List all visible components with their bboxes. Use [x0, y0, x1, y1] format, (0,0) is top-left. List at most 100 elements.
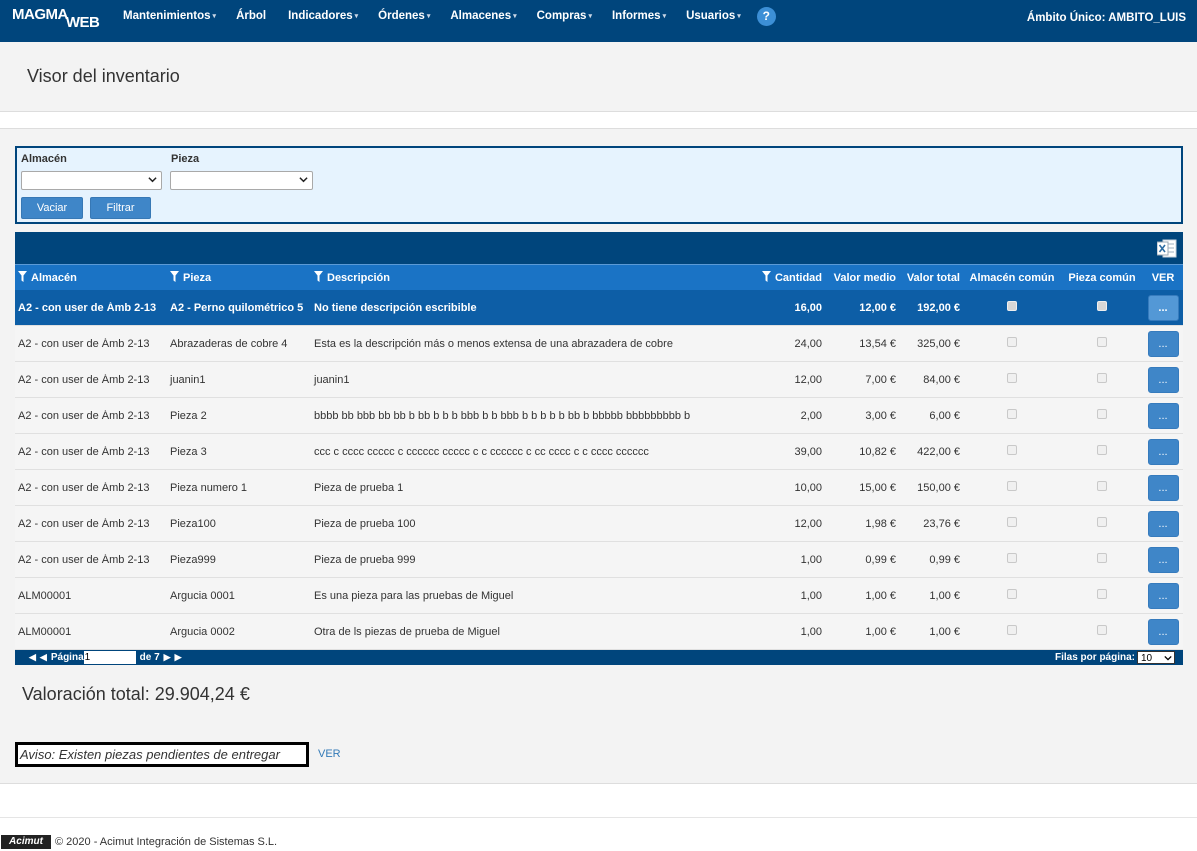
cell-cantidad: 12,00 [794, 373, 822, 386]
grid-pager: ◀︎ ◀ Página 1 de 7 ▶ ▶︎ Filas por página… [15, 650, 1183, 665]
header-ver: VER [1151, 271, 1175, 284]
table-row[interactable]: A2 - con user de Ámb 2-13 Pieza numero 1 P… [15, 470, 1183, 506]
table-row[interactable]: A2 - con user de Ámb 2-13 Abrazaderas de … [15, 326, 1183, 362]
menu-arbol[interactable]: Árbol [228, 10, 280, 22]
excel-export-icon[interactable] [1157, 239, 1177, 258]
header-valor-medio[interactable]: Valor medio [825, 272, 899, 284]
pending-notice: Aviso: Existen piezas pendientes de entr… [15, 742, 309, 767]
cell-valor-total: 325,00 € [917, 337, 960, 350]
almacen-comun-checkbox [1007, 481, 1017, 491]
page-label: Página [50, 652, 84, 663]
cell-valor-medio: 1,00 € [865, 589, 896, 602]
cell-almacen: A2 - con user de Ámb 2-13 [18, 301, 157, 314]
pieza-comun-checkbox [1097, 625, 1107, 635]
rows-per-page-select[interactable]: 10 [1137, 651, 1175, 664]
cell-descripcion: Esta es la descripción más o menos exten… [314, 337, 673, 350]
cell-ver: ... [1143, 510, 1183, 537]
cell-almacen: A2 - con user de Ámb 2-13 [18, 445, 150, 458]
cell-almacen: ALM00001 [18, 625, 72, 638]
first-page-icon[interactable]: ◀︎ [29, 652, 36, 663]
pieza-select[interactable] [170, 171, 313, 190]
menu-usuarios[interactable]: Usuarios ▾ [678, 10, 753, 22]
caret-down-icon: ▾ [513, 13, 517, 20]
view-detail-button[interactable]: ... [1147, 582, 1179, 609]
last-page-icon[interactable]: ▶︎ [175, 652, 182, 663]
filter-icon[interactable] [314, 271, 323, 282]
cell-ver: ... [1143, 582, 1183, 609]
next-page-icon[interactable]: ▶ [164, 652, 171, 663]
clear-filters-button[interactable]: Vaciar [21, 197, 83, 219]
view-detail-button[interactable]: ... [1147, 402, 1179, 429]
header-valor-total[interactable]: Valor total [899, 272, 963, 284]
apply-filters-button[interactable]: Filtrar [90, 197, 151, 219]
grid-header-row: Almacén Pieza Descripción Cantidad Valor… [15, 264, 1183, 290]
cell-descripcion: bbbb bb bbb bb bb b bb b b b bbb b b bbb… [314, 409, 691, 422]
almacen-filter-label: Almacén [21, 153, 67, 165]
table-row[interactable]: A2 - con user de Ámb 2-13 juanin1 juanin1 1… [15, 362, 1183, 398]
inventory-grid: Almacén Pieza Descripción Cantidad Valor… [15, 232, 1183, 665]
table-row[interactable]: A2 - con user de Ámb 2-13 A2 - Perno quil… [15, 290, 1183, 326]
table-row[interactable]: A2 - con user de Ámb 2-13 Pieza 3 ccc c cc… [15, 434, 1183, 470]
cell-cantidad: 1,00 [800, 589, 822, 602]
pieza-comun-checkbox [1097, 445, 1107, 455]
page-count-label: de 7 [139, 652, 160, 663]
caret-down-icon: ▾ [354, 13, 359, 20]
view-detail-button[interactable]: ... [1147, 618, 1179, 645]
pending-notice-link[interactable]: VER [318, 748, 341, 760]
caret-down-icon: ▾ [588, 13, 592, 20]
view-detail-button[interactable]: ... [1147, 474, 1179, 501]
pieza-filter-label: Pieza [171, 153, 200, 165]
cell-valor-total: 23,76 € [923, 517, 960, 530]
almacen-select[interactable] [21, 171, 162, 190]
header-pieza-comun[interactable]: Pieza común [1061, 272, 1143, 284]
chevron-down-icon [1164, 655, 1172, 661]
view-detail-button[interactable]: ... [1147, 546, 1179, 573]
page-number-input[interactable]: 1 [83, 651, 136, 664]
brand-logo[interactable]: MAGMAWEB [12, 6, 100, 31]
copyright-text: © 2020 - Acimut Integración de Sistemas … [55, 836, 278, 848]
page-title: Visor del inventario [27, 66, 180, 86]
cell-descripcion: Otra de ls piezas de prueba de Miguel [314, 625, 500, 638]
filter-icon[interactable] [18, 271, 27, 282]
cell-almacen-comun [963, 337, 1061, 350]
table-row[interactable]: ALM00001 Argucia 0001 Es una pieza para la… [15, 578, 1183, 614]
cell-almacen-comun [963, 517, 1061, 530]
header-almacen-comun[interactable]: Almacén común [963, 272, 1061, 284]
almacen-comun-checkbox [1007, 517, 1017, 527]
menu-almacenes[interactable]: Almacenes ▾ [442, 10, 528, 22]
cell-ver: ... [1143, 618, 1183, 645]
header-almacen[interactable]: Almacén [15, 271, 167, 284]
cell-pieza-comun [1061, 625, 1143, 638]
table-row[interactable]: A2 - con user de Ámb 2-13 Pieza999 Pieza d… [15, 542, 1183, 578]
prev-page-icon[interactable]: ◀ [40, 652, 47, 663]
table-row[interactable]: ALM00001 Argucia 0002 Otra de ls piezas de… [15, 614, 1183, 650]
table-row[interactable]: A2 - con user de Ámb 2-13 Pieza 2 bbbb bb … [15, 398, 1183, 434]
filter-icon[interactable] [170, 271, 179, 282]
filter-icon[interactable] [761, 271, 771, 282]
view-detail-button[interactable]: ... [1147, 510, 1179, 537]
menu-ordenes[interactable]: Órdenes ▾ [370, 10, 442, 22]
header-pieza[interactable]: Pieza [167, 271, 311, 284]
cell-pieza-comun [1061, 553, 1143, 566]
menu-informes[interactable]: Informes ▾ [604, 10, 678, 22]
view-detail-button[interactable]: ... [1147, 294, 1179, 321]
almacen-comun-checkbox [1007, 301, 1017, 311]
view-detail-button[interactable]: ... [1147, 438, 1179, 465]
cell-almacen: ALM00001 [18, 589, 72, 602]
pieza-comun-checkbox [1097, 481, 1107, 491]
cell-pieza: Argucia 0001 [170, 589, 235, 602]
view-detail-button[interactable]: ... [1147, 366, 1179, 393]
table-row[interactable]: A2 - con user de Ámb 2-13 Pieza100 Pieza d… [15, 506, 1183, 542]
cell-pieza: A2 - Perno quilométrico 5 [170, 301, 304, 314]
pieza-comun-checkbox [1097, 301, 1107, 311]
cell-pieza-comun [1061, 337, 1143, 350]
almacen-comun-checkbox [1007, 589, 1017, 599]
header-cantidad[interactable]: Cantidad [753, 271, 825, 284]
menu-compras[interactable]: Compras ▾ [529, 10, 604, 22]
view-detail-button[interactable]: ... [1147, 330, 1179, 357]
cell-pieza: juanin1 [170, 373, 206, 386]
header-descripcion[interactable]: Descripción [311, 271, 753, 284]
menu-indicadores[interactable]: Indicadores ▾ [280, 10, 370, 22]
help-icon[interactable]: ? [756, 6, 776, 26]
menu-mantenimientos[interactable]: Mantenimientos ▾ [115, 10, 228, 22]
